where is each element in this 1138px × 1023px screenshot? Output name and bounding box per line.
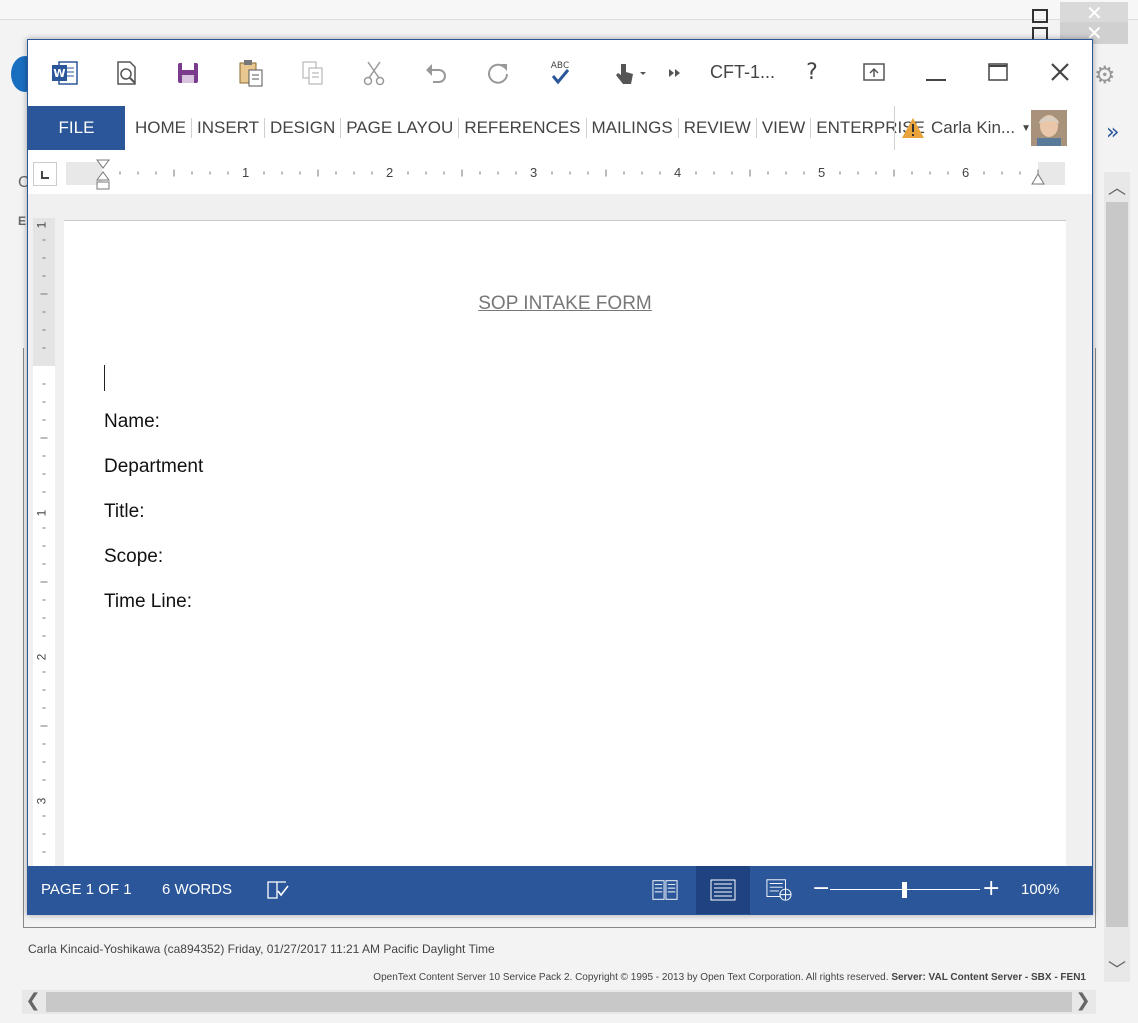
user-info-line: Carla Kincaid-Yoshikawa (ca894352) Frida… (28, 942, 495, 956)
indent-marker-icon[interactable] (95, 158, 111, 192)
server-text: Server: VAL Content Server - SBX - FEN1 (891, 972, 1086, 983)
zoom-slider-thumb[interactable] (902, 882, 907, 898)
horizontal-ruler-area: 1 2 3 4 5 6 (28, 154, 1092, 194)
spelling-check-icon[interactable]: ABC (545, 58, 575, 88)
double-chevron-right-icon[interactable]: » (1106, 120, 1119, 145)
horizontal-ruler[interactable]: 1 2 3 4 5 6 (66, 159, 1065, 190)
form-field-scope: Scope: (104, 546, 164, 567)
text-cursor (104, 365, 105, 391)
copy-icon[interactable] (298, 58, 328, 88)
vertical-ruler-number: 1 (34, 509, 49, 517)
vertical-ruler-number: 2 (34, 653, 49, 661)
document-page[interactable]: SOP INTAKE FORM Name: Department Title: … (64, 220, 1066, 866)
horizontal-ruler-number: 6 (962, 165, 970, 180)
quick-access-toolbar: W ABC CFT-1... ? (28, 40, 1092, 104)
tab-review[interactable]: REVIEW (679, 118, 757, 138)
tab-references[interactable]: REFERENCES (459, 118, 587, 138)
avatar[interactable] (1031, 110, 1067, 146)
tab-design[interactable]: DESIGN (265, 118, 342, 138)
read-mode-icon[interactable] (652, 878, 678, 902)
ribbon-display-options-icon[interactable] (856, 56, 892, 88)
vertical-ruler[interactable]: 1 1 2 3 (33, 218, 55, 866)
horizontal-ruler-number: 4 (674, 165, 682, 180)
zoom-out-button[interactable]: − (812, 876, 830, 901)
form-field-department: Department (104, 456, 204, 477)
maximize-icon[interactable] (1032, 9, 1048, 23)
horizontal-ruler-number: 5 (818, 165, 826, 180)
cut-icon[interactable] (359, 58, 389, 88)
tab-view[interactable]: VIEW (757, 118, 812, 138)
print-layout-icon[interactable] (710, 878, 736, 902)
horizontal-scrollbar[interactable]: ❮ ❯ (22, 990, 1096, 1014)
minimize-button[interactable] (918, 56, 954, 88)
account-menu[interactable]: Carla Kin... ▼ (894, 106, 1031, 150)
word-logo-icon: W (50, 58, 80, 88)
document-title: CFT-1... (710, 62, 776, 82)
horizontal-ruler-number: 2 (386, 165, 394, 180)
tab-list: HOME INSERT DESIGN PAGE LAYOU REFERENCES… (130, 106, 930, 150)
chevron-down-icon: ▼ (1021, 122, 1031, 134)
document-heading: SOP INTAKE FORM (478, 293, 652, 314)
maximize-button[interactable] (980, 56, 1016, 88)
more-commands-icon[interactable] (662, 58, 686, 88)
user-name: Carla Kin... (931, 118, 1016, 137)
svg-text:ABC: ABC (551, 61, 569, 71)
warning-icon (902, 118, 924, 138)
zoom-level[interactable]: 100% (1021, 881, 1059, 898)
scroll-right-icon[interactable]: ❯ (1072, 990, 1094, 1014)
ruler-ticks (119, 169, 1039, 177)
print-preview-icon[interactable] (112, 58, 142, 88)
background-topbar (0, 0, 1138, 20)
save-icon[interactable] (173, 58, 203, 88)
vertical-scrollbar[interactable]: ︿ ﹀ (1104, 172, 1130, 982)
word-window: W ABC CFT-1... ? FILE HOME INSERT DESIGN… (27, 39, 1093, 915)
close-button[interactable] (1042, 56, 1078, 88)
status-bar: PAGE 1 OF 1 6 WORDS − + 100% (28, 866, 1092, 914)
proofing-icon[interactable] (265, 878, 291, 902)
ribbon-tabs: FILE HOME INSERT DESIGN PAGE LAYOU REFER… (28, 106, 1092, 152)
word-count[interactable]: 6 WORDS (162, 881, 232, 898)
close-icon: ✕ (1086, 1, 1103, 25)
horizontal-ruler-number: 3 (530, 165, 538, 180)
vertical-ruler-number: 3 (34, 797, 49, 805)
copyright-text: OpenText Content Server 10 Service Pack … (373, 972, 889, 983)
undo-icon[interactable] (421, 58, 451, 88)
document-area: 1 1 2 3 SOP INTAKE FORM Name: Department… (28, 194, 1092, 866)
scrollbar-thumb[interactable] (46, 992, 1072, 1012)
vertical-ruler-number: 1 (34, 221, 49, 229)
background-text: E (18, 214, 27, 228)
tab-page-layout[interactable]: PAGE LAYOU (341, 118, 460, 138)
ruler-ticks (40, 239, 48, 853)
zoom-in-button[interactable]: + (982, 876, 1000, 901)
scroll-down-icon[interactable]: ﹀ (1104, 956, 1130, 982)
tab-insert[interactable]: INSERT (192, 118, 266, 138)
copyright-line: OpenText Content Server 10 Service Pack … (373, 972, 1086, 983)
scroll-up-icon[interactable]: ︿ (1104, 174, 1130, 200)
form-field-name: Name: (104, 411, 160, 432)
horizontal-ruler-number: 1 (242, 165, 250, 180)
form-field-time-line: Time Line: (104, 591, 192, 612)
svg-text:W: W (53, 67, 65, 80)
redo-icon[interactable] (483, 58, 513, 88)
tab-mailings[interactable]: MAILINGS (587, 118, 679, 138)
tab-home[interactable]: HOME (130, 118, 192, 138)
scrollbar-thumb[interactable] (1106, 202, 1128, 927)
page-count[interactable]: PAGE 1 OF 1 (41, 881, 132, 898)
tab-selector-icon[interactable] (33, 162, 57, 186)
scroll-left-icon[interactable]: ❮ (22, 990, 44, 1014)
tab-file[interactable]: FILE (28, 106, 125, 150)
form-field-title: Title: (104, 501, 145, 522)
paste-icon[interactable] (236, 58, 266, 88)
web-layout-icon[interactable] (766, 878, 792, 902)
gear-icon[interactable]: ⚙ (1094, 61, 1116, 89)
help-button[interactable]: ? (794, 56, 830, 88)
right-indent-marker-icon[interactable] (1030, 170, 1046, 186)
touch-mode-icon[interactable] (610, 58, 650, 88)
